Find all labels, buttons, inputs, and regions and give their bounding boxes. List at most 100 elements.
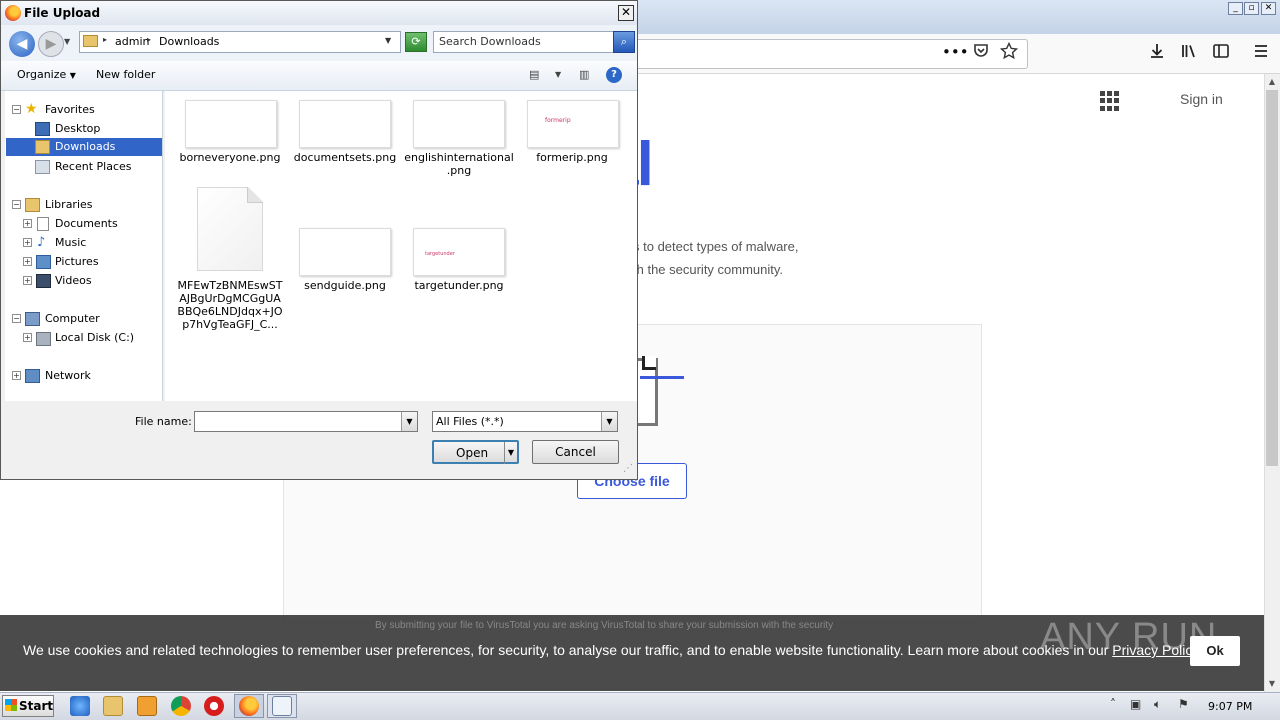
taskbar xyxy=(0,692,1280,720)
dialog-close-button[interactable]: ✕ xyxy=(618,5,634,21)
tree-favorites[interactable]: Favorites xyxy=(45,101,95,118)
file-name-line: AJBgUrDgMCGgUA xyxy=(179,292,281,305)
minimize-button[interactable]: _ xyxy=(1228,2,1243,15)
chevron-down-icon[interactable]: ▼ xyxy=(401,412,417,431)
cookie-message: We use cookies and related technologies … xyxy=(23,642,1199,658)
close-window-button[interactable]: ✕ xyxy=(1261,2,1276,15)
upload-accent-line xyxy=(640,376,684,379)
explorer-folder-icon[interactable] xyxy=(103,696,123,716)
action-center-icon[interactable]: ▣ xyxy=(1130,697,1141,711)
expand-local-disk-icon[interactable]: + xyxy=(23,333,32,342)
internet-explorer-icon[interactable] xyxy=(70,696,90,716)
open-split-arrow-icon[interactable]: ▼ xyxy=(504,442,517,464)
desktop-icon xyxy=(35,122,50,136)
preview-pane-icon[interactable]: ▥ xyxy=(579,68,589,81)
file-name-input[interactable]: ▼ xyxy=(194,411,418,432)
scroll-down-icon[interactable]: ▼ xyxy=(1264,676,1280,692)
downloads-folder-icon xyxy=(35,140,50,154)
cancel-button[interactable]: Cancel xyxy=(532,440,619,464)
tree-computer[interactable]: Computer xyxy=(45,310,100,327)
hamburger-icon[interactable] xyxy=(1250,42,1272,65)
chevron-down-icon[interactable]: ▼ xyxy=(601,412,617,431)
page-actions-button[interactable]: ••• xyxy=(942,42,969,62)
tree-local-disk[interactable]: Local Disk (C:) xyxy=(55,329,134,346)
view-dropdown-icon[interactable]: ▼ xyxy=(555,70,561,79)
download-icon[interactable] xyxy=(1146,42,1168,65)
file-name: formerip.png xyxy=(536,151,608,164)
breadcrumb-chevron-icon[interactable]: ▸ xyxy=(103,35,107,44)
resize-grip-icon[interactable]: ⋰ xyxy=(623,463,633,474)
expand-documents-icon[interactable]: + xyxy=(23,219,32,228)
breadcrumb-downloads[interactable]: Downloads xyxy=(159,35,219,48)
file-name: englishinternational .png xyxy=(404,151,514,177)
tree-videos[interactable]: Videos xyxy=(55,272,92,289)
collapse-favorites-icon[interactable]: − xyxy=(12,105,21,114)
refresh-icon[interactable]: ⟳ xyxy=(405,32,427,52)
privacy-policy-link[interactable]: Privacy Policy xyxy=(1112,642,1199,658)
libraries-icon xyxy=(25,198,40,212)
media-player-icon[interactable] xyxy=(137,696,157,716)
opera-icon[interactable] xyxy=(204,696,224,716)
dialog-title: File Upload xyxy=(24,6,101,20)
tree-libraries[interactable]: Libraries xyxy=(45,196,93,213)
scrollbar-thumb[interactable] xyxy=(1266,90,1278,466)
help-icon[interactable]: ? xyxy=(606,67,622,83)
address-dropdown-icon[interactable]: ▼ xyxy=(385,36,391,45)
pictures-icon xyxy=(36,255,51,269)
tree-desktop[interactable]: Desktop xyxy=(55,120,100,137)
scroll-up-icon[interactable]: ▲ xyxy=(1264,74,1280,90)
tree-music[interactable]: Music xyxy=(55,234,86,251)
back-arrow-icon[interactable]: ◀ xyxy=(9,31,35,57)
file-thumbnail xyxy=(299,228,391,276)
computer-icon xyxy=(25,312,40,326)
file-type-value: All Files (*.*) xyxy=(436,415,504,428)
sign-in-link[interactable]: Sign in xyxy=(1180,91,1223,107)
file-name-line: BBQe6LNDJdqx+JO xyxy=(177,305,283,318)
tray-expand-icon[interactable]: ˄ xyxy=(1110,697,1116,711)
star-icon[interactable] xyxy=(998,41,1020,65)
pocket-icon[interactable] xyxy=(970,42,992,63)
sidebar-icon[interactable] xyxy=(1210,42,1232,65)
thumbnail-text: formerip xyxy=(545,117,571,124)
chrome-icon[interactable] xyxy=(171,696,191,716)
cookie-ok-button[interactable]: Ok xyxy=(1190,636,1240,666)
windows-logo-icon xyxy=(5,699,17,711)
expand-videos-icon[interactable]: + xyxy=(23,276,32,285)
dialog-window-icon[interactable] xyxy=(272,696,292,716)
volume-icon[interactable]: 🔈︎ xyxy=(1154,697,1161,712)
tree-recent-places[interactable]: Recent Places xyxy=(55,158,132,175)
expand-network-icon[interactable]: + xyxy=(12,371,21,380)
file-name: documentsets.png xyxy=(293,151,397,164)
tree-documents[interactable]: Documents xyxy=(55,215,118,232)
new-folder-button[interactable]: New folder xyxy=(96,68,155,81)
organize-button[interactable]: Organize ▼ xyxy=(17,68,76,81)
tree-downloads[interactable]: Downloads xyxy=(6,138,162,156)
expand-music-icon[interactable]: + xyxy=(23,238,32,247)
forward-arrow-icon[interactable]: ▶ xyxy=(38,31,64,57)
collapse-libraries-icon[interactable]: − xyxy=(12,200,21,209)
taskbar-clock[interactable]: 9:07 PM xyxy=(1208,700,1252,713)
tree-network[interactable]: Network xyxy=(45,367,91,384)
firefox-icon xyxy=(5,5,21,21)
restore-button[interactable]: ▫ xyxy=(1244,2,1259,15)
history-dropdown-icon[interactable]: ▼ xyxy=(64,37,70,46)
collapse-computer-icon[interactable]: − xyxy=(12,314,21,323)
breadcrumb-chevron-icon[interactable]: ▸ xyxy=(147,35,151,44)
firefox-icon[interactable] xyxy=(239,696,259,716)
search-placeholder: Search Downloads xyxy=(439,35,541,48)
search-icon[interactable]: ⌕ xyxy=(613,31,635,53)
tagline-line-2: th the security community. xyxy=(633,262,784,277)
cookie-message-text: We use cookies and related technologies … xyxy=(23,642,1113,658)
view-icon[interactable]: ▤ xyxy=(529,68,539,81)
expand-pictures-icon[interactable]: + xyxy=(23,257,32,266)
recent-places-icon xyxy=(35,160,50,174)
breadcrumb-admin[interactable]: admin xyxy=(115,35,149,48)
file-upload-dialog: File Upload ✕ ◀ ▶ ▼ ▸ admin ▸ Downloads … xyxy=(0,0,638,480)
tree-pictures[interactable]: Pictures xyxy=(55,253,99,270)
library-icon[interactable] xyxy=(1178,42,1200,65)
apps-grid-icon[interactable] xyxy=(1100,91,1120,111)
file-name-line: MFEwTzBNMEswST xyxy=(177,279,283,292)
flag-icon[interactable]: ⚑ xyxy=(1178,697,1189,711)
file-type-select[interactable]: All Files (*.*) ▼ xyxy=(432,411,618,432)
open-button[interactable]: Open ▼ xyxy=(432,440,519,464)
